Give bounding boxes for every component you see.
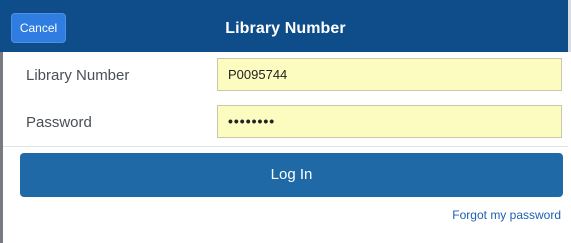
page-title: Library Number — [225, 20, 346, 37]
library-number-label: Library Number — [26, 67, 130, 84]
forgot-password-link[interactable]: Forgot my password — [452, 208, 561, 222]
top-bar: Library Number Cancel — [0, 0, 571, 52]
library-number-input[interactable]: P0095744 — [217, 58, 562, 91]
login-button[interactable]: Log In — [20, 153, 563, 197]
cancel-button[interactable]: Cancel — [11, 13, 66, 43]
password-input[interactable]: •••••••• — [217, 105, 562, 138]
password-row: Password •••••••• — [3, 99, 568, 147]
library-number-row: Library Number P0095744 — [3, 52, 568, 100]
password-label: Password — [26, 114, 92, 131]
